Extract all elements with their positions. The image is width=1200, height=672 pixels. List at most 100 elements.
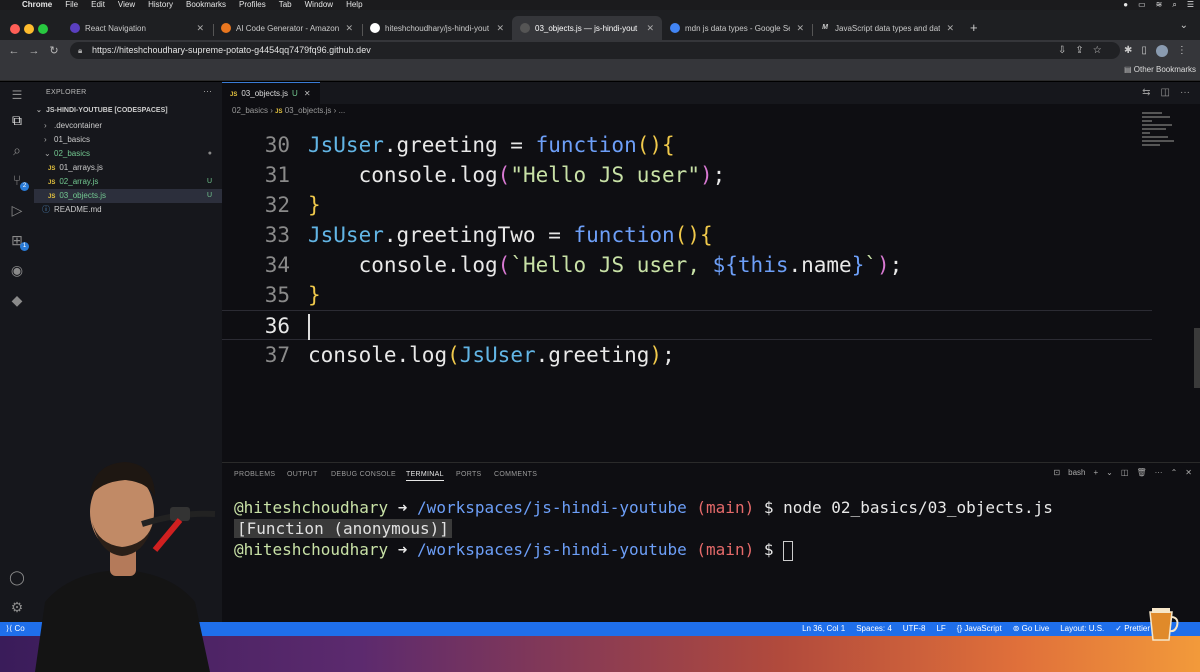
more-actions-icon[interactable]: ··· <box>1180 87 1190 98</box>
code-line[interactable]: 30 JsUser.greeting = function(){ <box>222 130 1152 160</box>
workspace-root[interactable]: ⌄ JS-HINDI-YOUTUBE [CODESPACES] <box>34 104 222 118</box>
menu-edit[interactable]: Edit <box>91 0 105 10</box>
panel-tab-output[interactable]: OUTPUT <box>287 471 318 478</box>
tab-search-icon[interactable]: ⌄ <box>1180 20 1188 31</box>
panel-tab-problems[interactable]: PROBLEMS <box>234 471 275 478</box>
indentation[interactable]: Spaces: 4 <box>856 622 892 636</box>
panel-tab-terminal[interactable]: TERMINAL <box>406 471 444 481</box>
close-window-button[interactable] <box>10 24 20 34</box>
browser-tab-active-codespace[interactable]: 03_objects.js — js-hindi-yout ✕ <box>512 16 662 40</box>
browser-tab-ai-code-generator[interactable]: AI Code Generator - Amazon C ✕ <box>213 16 361 40</box>
other-bookmarks[interactable]: ▤ Other Bookmarks <box>1124 65 1196 74</box>
menu-app-name[interactable]: Chrome <box>22 0 52 10</box>
close-icon[interactable]: ✕ <box>304 89 311 98</box>
code-line[interactable]: 35} <box>222 280 1152 310</box>
close-icon[interactable]: ✕ <box>496 23 504 34</box>
control-center-icon[interactable]: ☰ <box>1187 0 1194 10</box>
cursor-position[interactable]: Ln 36, Col 1 <box>802 622 845 636</box>
back-icon[interactable]: ← <box>4 45 24 57</box>
menu-profiles[interactable]: Profiles <box>239 0 266 10</box>
side-panel-icon[interactable]: ▯ <box>1141 45 1147 56</box>
terminal-shell-label[interactable]: bash <box>1068 468 1085 477</box>
minimize-window-button[interactable] <box>24 24 34 34</box>
menu-bookmarks[interactable]: Bookmarks <box>186 0 226 10</box>
panel-tab-comments[interactable]: COMMENTS <box>494 471 537 478</box>
tree-file-02-array[interactable]: JS 02_array.js U <box>34 175 222 189</box>
line-ending[interactable]: LF <box>936 622 945 636</box>
browser-tab-github-repo[interactable]: hiteshchoudhary/js-hindi-yout ✕ <box>362 16 512 40</box>
account-icon[interactable]: ◯ <box>8 568 26 586</box>
close-icon[interactable]: ✕ <box>345 23 353 34</box>
share-icon[interactable]: ⇪ <box>1075 45 1083 56</box>
profile-avatar[interactable] <box>1155 44 1168 57</box>
tree-file-readme[interactable]: ⓘ README.md <box>34 203 222 217</box>
extensions-icon[interactable]: ⊞ 1 <box>8 231 29 251</box>
menu-history[interactable]: History <box>148 0 173 10</box>
minimap[interactable] <box>1142 112 1178 162</box>
close-icon[interactable]: ✕ <box>196 23 204 34</box>
search-icon[interactable]: ⌕ <box>8 141 26 159</box>
status-icon[interactable]: ● <box>1123 0 1128 10</box>
menu-window[interactable]: Window <box>305 0 333 10</box>
tree-file-03-objects[interactable]: JS 03_objects.js U <box>34 189 222 203</box>
prettier-status[interactable]: ✓ Prettier <box>1115 622 1150 636</box>
browser-tab-mdn[interactable]: M JavaScript data types and data ✕ <box>812 16 962 40</box>
close-icon[interactable]: ✕ <box>796 23 804 34</box>
menu-file[interactable]: File <box>65 0 78 10</box>
bookmark-star-icon[interactable]: ☆ <box>1093 45 1102 56</box>
terminal[interactable]: @hiteshchoudhary ➜ /workspaces/js-hindi-… <box>234 497 1194 561</box>
trash-icon[interactable]: 🗑︎ <box>1136 468 1146 477</box>
panel-tab-debug-console[interactable]: DEBUG CONSOLE <box>331 471 396 478</box>
battery-icon[interactable]: ▭ <box>1138 0 1146 10</box>
split-editor-icon[interactable]: ◫ <box>1161 87 1170 98</box>
source-control-icon[interactable]: ⑂ 2 <box>8 171 29 191</box>
code-line[interactable]: 34 console.log(`Hello JS user, ${this.na… <box>222 250 1152 280</box>
go-live-button[interactable]: ⊚ Go Live <box>1013 622 1050 636</box>
code-line[interactable]: 32} <box>222 190 1152 220</box>
close-icon[interactable]: ✕ <box>946 23 954 34</box>
keyboard-layout[interactable]: Layout: U.S. <box>1060 622 1104 636</box>
menu-icon[interactable]: ☰ <box>8 86 26 104</box>
menu-view[interactable]: View <box>118 0 135 10</box>
close-icon[interactable]: ✕ <box>1185 468 1192 477</box>
panel-tab-ports[interactable]: PORTS <box>456 471 482 478</box>
explorer-icon[interactable]: ⧉ <box>8 111 26 129</box>
encoding[interactable]: UTF-8 <box>903 622 926 636</box>
tree-file-01-arrays[interactable]: JS 01_arrays.js <box>34 161 222 175</box>
lock-icon[interactable]: 🔒︎ <box>78 42 82 59</box>
code-area[interactable]: 30 JsUser.greeting = function(){31 consol… <box>222 130 1152 420</box>
code-line[interactable]: 37 console.log(JsUser.greeting); <box>222 340 1152 370</box>
forward-icon[interactable]: → <box>24 45 44 57</box>
new-tab-button[interactable]: + <box>970 20 978 35</box>
tree-folder-01-basics[interactable]: › 01_basics <box>34 133 222 147</box>
breadcrumb-symbol[interactable]: ... <box>339 106 346 115</box>
close-icon[interactable]: ✕ <box>646 23 654 34</box>
remote-indicator[interactable]: ⟩⟨ Co <box>6 622 25 636</box>
run-debug-icon[interactable]: ▷ <box>8 201 26 219</box>
breadcrumb-folder[interactable]: 02_basics <box>232 106 268 115</box>
split-terminal-icon[interactable]: ◫ <box>1121 468 1129 477</box>
search-icon[interactable]: ⌕ <box>1172 0 1176 10</box>
more-actions-icon[interactable]: ··· <box>203 86 212 96</box>
add-terminal-icon[interactable]: + <box>1094 468 1099 477</box>
code-line[interactable]: 36 <box>222 310 1152 340</box>
github-icon[interactable]: ◉ <box>8 261 26 279</box>
menu-help[interactable]: Help <box>346 0 362 10</box>
breadcrumb-file[interactable]: 03_objects.js <box>285 106 332 115</box>
code-line[interactable]: 33 JsUser.greetingTwo = function(){ <box>222 220 1152 250</box>
chevron-down-icon[interactable]: ⌄ <box>1106 468 1113 477</box>
maximize-panel-icon[interactable]: ⌃ <box>1171 468 1178 477</box>
menu-tab[interactable]: Tab <box>279 0 292 10</box>
browser-tab-react-navigation[interactable]: React Navigation ✕ <box>62 16 212 40</box>
zoom-window-button[interactable] <box>38 24 48 34</box>
address-bar[interactable]: 🔒︎ https://hiteshchoudhary-supreme-potat… <box>70 42 1120 59</box>
more-actions-icon[interactable]: ··· <box>1155 468 1163 477</box>
settings-gear-icon[interactable]: ⚙ <box>8 598 26 616</box>
extensions-icon[interactable]: ✱ <box>1124 45 1132 56</box>
docker-icon[interactable]: ◆ <box>8 291 26 309</box>
browser-tab-google-search[interactable]: mdn js data types - Google Se ✕ <box>662 16 812 40</box>
editor-scrollbar[interactable] <box>1194 328 1200 388</box>
wifi-icon[interactable]: ≋ <box>1156 0 1163 10</box>
tree-folder-02-basics[interactable]: ⌄ 02_basics ● <box>34 147 222 161</box>
tree-folder-devcontainer[interactable]: › .devcontainer <box>34 119 222 133</box>
